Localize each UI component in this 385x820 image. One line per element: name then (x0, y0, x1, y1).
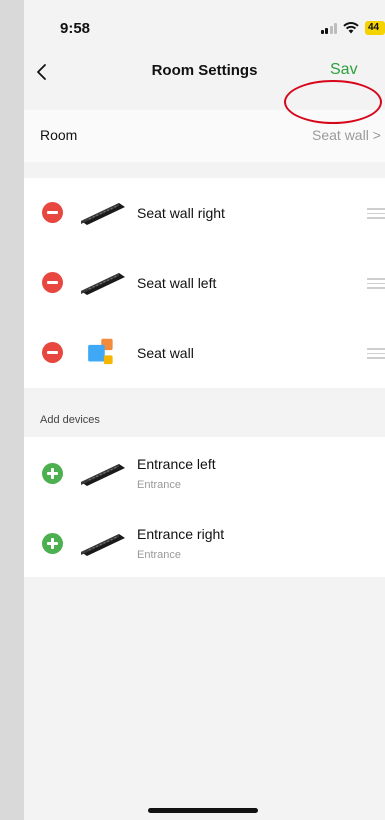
remove-icon[interactable] (42, 342, 63, 363)
list-item: Seat wall left (24, 248, 385, 318)
list-item: Seat wall (24, 318, 385, 388)
device-name: Seat wall (137, 345, 194, 361)
device-name: Entrance right (137, 526, 225, 542)
status-bar: 9:58 44 (24, 0, 385, 50)
device-name: Entrance left (137, 456, 216, 472)
led-bar-icon (81, 464, 125, 486)
list-item: Entrance right Entrance (24, 507, 385, 577)
led-bar-icon (81, 203, 125, 225)
add-devices-list: Entrance left Entrance Entrance right En… (24, 437, 385, 577)
room-value: Seat wall > (312, 127, 381, 143)
drag-handle-icon[interactable] (367, 278, 385, 290)
device-name: Seat wall right (137, 205, 225, 221)
status-icons: 44 (320, 21, 385, 35)
remove-icon[interactable] (42, 202, 63, 223)
device-room: Entrance (137, 549, 182, 561)
list-item: Entrance left Entrance (24, 437, 385, 507)
drag-handle-icon[interactable] (367, 348, 385, 360)
list-item: Seat wall right (24, 178, 385, 248)
signal-icon (320, 22, 337, 34)
device-room: Entrance (137, 479, 182, 491)
device-name: Seat wall left (137, 275, 217, 291)
led-bar-icon (81, 534, 125, 556)
add-icon[interactable] (42, 533, 63, 554)
room-label: Room (40, 127, 78, 143)
save-button[interactable]: Sav (330, 61, 358, 79)
save-highlight-ring (284, 80, 382, 124)
group-squares-icon (88, 338, 113, 365)
battery-indicator: 44 (365, 21, 385, 35)
led-bar-icon (81, 273, 125, 295)
wifi-icon (343, 22, 359, 34)
home-indicator[interactable] (148, 808, 258, 813)
add-devices-header: Add devices (40, 414, 100, 426)
remove-icon[interactable] (42, 272, 63, 293)
current-devices-list: Seat wall right Seat wall left Seat wall (24, 178, 385, 388)
drag-handle-icon[interactable] (367, 208, 385, 220)
status-time: 9:58 (60, 20, 91, 37)
add-icon[interactable] (42, 463, 63, 484)
